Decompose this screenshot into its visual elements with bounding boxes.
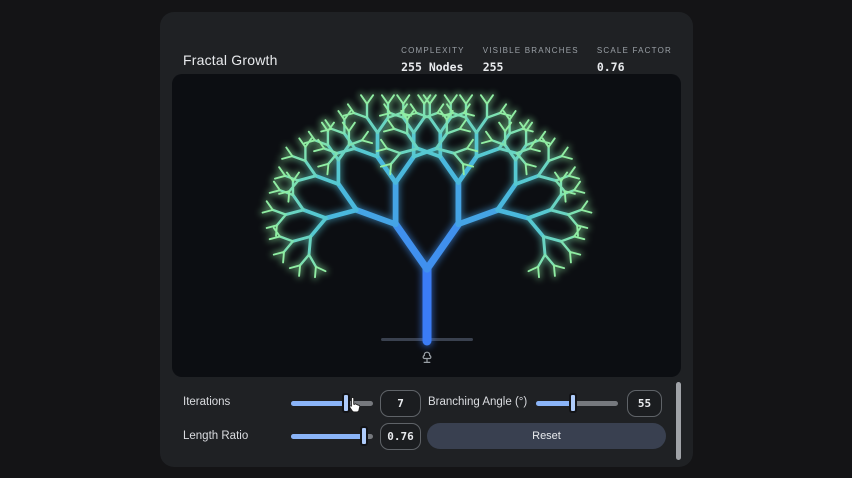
- fractal-tree-svg: [172, 74, 681, 377]
- iterations-label: Iterations: [183, 396, 230, 408]
- pointer-hand-cursor: [346, 397, 363, 417]
- iterations-slider-fill: [291, 401, 346, 406]
- length-ratio-value[interactable]: 0.76: [380, 423, 421, 450]
- fractal-canvas: [172, 74, 681, 377]
- stat-complexity-label: COMPLEXITY: [401, 46, 465, 55]
- screen: Fractal Growth COMPLEXITY 255 Nodes VISI…: [0, 0, 852, 478]
- stat-scale-factor-value: 0.76: [597, 60, 672, 74]
- stat-complexity: COMPLEXITY 255 Nodes: [401, 46, 465, 74]
- fractal-growth-panel: Fractal Growth COMPLEXITY 255 Nodes VISI…: [160, 12, 693, 467]
- page-title: Fractal Growth: [183, 52, 278, 68]
- stat-visible-branches-label: VISIBLE BRANCHES: [483, 46, 579, 55]
- branching-angle-label: Branching Angle (°): [428, 396, 527, 408]
- branching-angle-slider-fill: [536, 401, 573, 406]
- stat-visible-branches: VISIBLE BRANCHES 255: [483, 46, 579, 74]
- stat-complexity-value: 255 Nodes: [401, 60, 465, 74]
- branching-angle-slider-thumb[interactable]: [569, 393, 577, 413]
- branching-angle-value[interactable]: 55: [627, 390, 662, 417]
- branching-angle-slider[interactable]: [536, 394, 618, 412]
- stats-bar: COMPLEXITY 255 Nodes VISIBLE BRANCHES 25…: [401, 46, 672, 74]
- tree-icon: [419, 350, 435, 366]
- length-ratio-slider[interactable]: [291, 427, 373, 445]
- stat-scale-factor-label: SCALE FACTOR: [597, 46, 672, 55]
- length-ratio-slider-fill: [291, 434, 364, 439]
- vertical-scrollbar[interactable]: [676, 382, 681, 460]
- stat-scale-factor: SCALE FACTOR 0.76: [597, 46, 672, 74]
- reset-button[interactable]: Reset: [427, 423, 666, 449]
- iterations-value[interactable]: 7: [380, 390, 421, 417]
- length-ratio-slider-thumb[interactable]: [360, 426, 368, 446]
- stat-visible-branches-value: 255: [483, 60, 579, 74]
- length-ratio-label: Length Ratio: [183, 430, 248, 442]
